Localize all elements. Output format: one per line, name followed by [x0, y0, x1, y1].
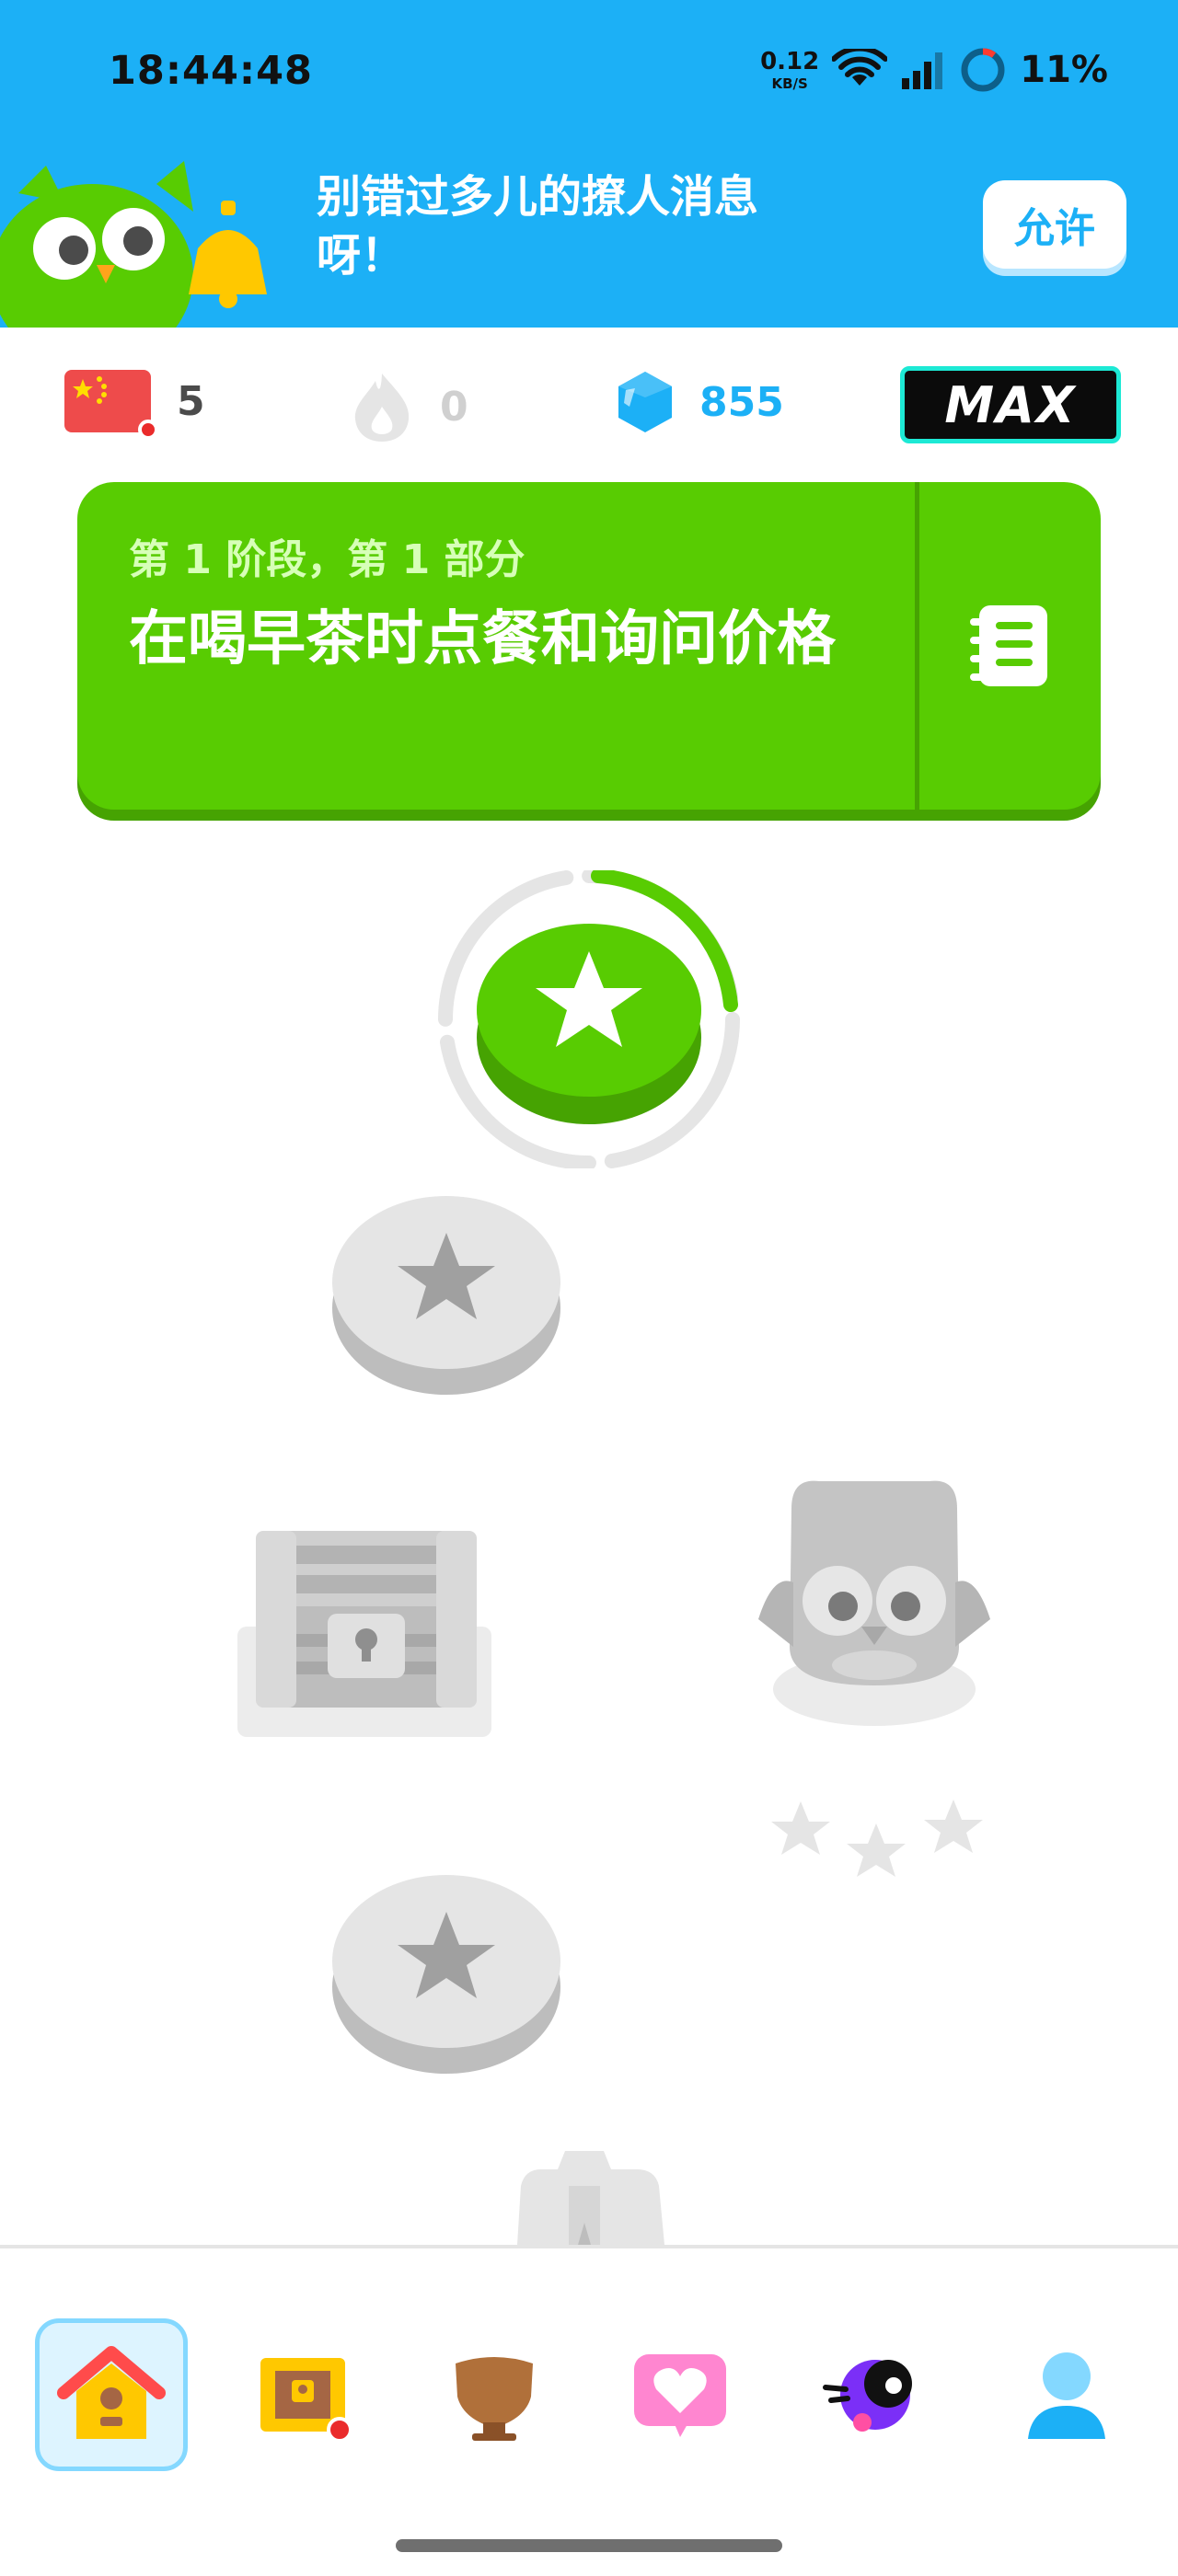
lesson-node-locked[interactable] [329, 1866, 563, 2077]
nav-max[interactable] [797, 2318, 950, 2471]
max-subscription-badge[interactable]: MAX [900, 366, 1121, 443]
streak-counter[interactable]: 0 [350, 370, 468, 443]
signal-icon [902, 52, 943, 89]
banner-message: 别错过多儿的撩人消息呀！ [317, 171, 759, 282]
top-band: 18:44:48 0.12 KB/S 11% 别错过多儿的撩人消息呀！ 允许 [0, 0, 1178, 328]
shield-icon [456, 2357, 533, 2441]
battery-percent: 11% [1020, 49, 1108, 91]
network-speed-value: 0.12 [760, 48, 820, 75]
language-notification-dot [138, 420, 158, 440]
nav-profile[interactable] [990, 2318, 1143, 2471]
chest-node-locked[interactable] [237, 1524, 495, 1739]
chest-notification-dot [327, 2417, 352, 2443]
streak-count: 0 [440, 383, 468, 431]
nav-friends[interactable] [604, 2318, 756, 2471]
nav-league[interactable] [418, 2318, 571, 2471]
unit-info[interactable]: 第 1 阶段，第 1 部分 在喝早茶时点餐和询问价格 [77, 482, 917, 810]
treasure-chest-icon [260, 2358, 352, 2443]
lesson-node-active[interactable] [431, 870, 747, 1168]
network-speed: 0.12 KB/S [760, 48, 819, 92]
nav-learn[interactable] [35, 2318, 188, 2471]
unit-header: 第 1 阶段，第 1 部分 在喝早茶时点餐和询问价格 [77, 482, 1101, 810]
max-character-icon [823, 2360, 912, 2432]
network-speed-unit: KB/S [771, 75, 808, 92]
nav-chest[interactable] [226, 2318, 379, 2471]
status-icons: 0.12 KB/S 11% [760, 46, 1108, 94]
bottom-nav [0, 2245, 1178, 2576]
heart-bubble-icon [634, 2354, 726, 2437]
wifi-icon [832, 49, 888, 86]
gems-count: 855 [699, 378, 784, 426]
guidebook-button[interactable] [919, 482, 1101, 810]
flame-icon [354, 374, 410, 442]
home-indicator[interactable] [396, 2539, 782, 2552]
battery-ring-icon [961, 48, 1005, 92]
notebook-icon [969, 605, 1047, 686]
status-bar: 18:44:48 0.12 KB/S 11% [0, 0, 1178, 147]
owl-bell-mascot-icon [0, 161, 267, 328]
owl-character-icon [758, 1480, 990, 1726]
stars-decoration-icon [771, 1800, 983, 1877]
unit-title: 在喝早茶时点餐和询问价格 [129, 605, 836, 673]
unit-subtitle: 第 1 阶段，第 1 部分 [129, 536, 525, 583]
stats-bar: 5 0 855 MAX [0, 328, 1178, 475]
china-flag-icon [64, 370, 158, 440]
gem-icon [618, 372, 672, 432]
allow-notifications-button[interactable]: 允许 [983, 180, 1126, 269]
lesson-node-locked[interactable] [329, 1187, 563, 1398]
gems-counter[interactable]: 855 [617, 370, 784, 434]
home-icon [57, 2346, 166, 2439]
trophy-node-locked[interactable] [508, 2149, 674, 2245]
profile-icon [1028, 2352, 1105, 2439]
status-time: 18:44:48 [109, 48, 313, 94]
language-count: 5 [177, 377, 205, 425]
language-selector[interactable]: 5 [64, 370, 205, 440]
